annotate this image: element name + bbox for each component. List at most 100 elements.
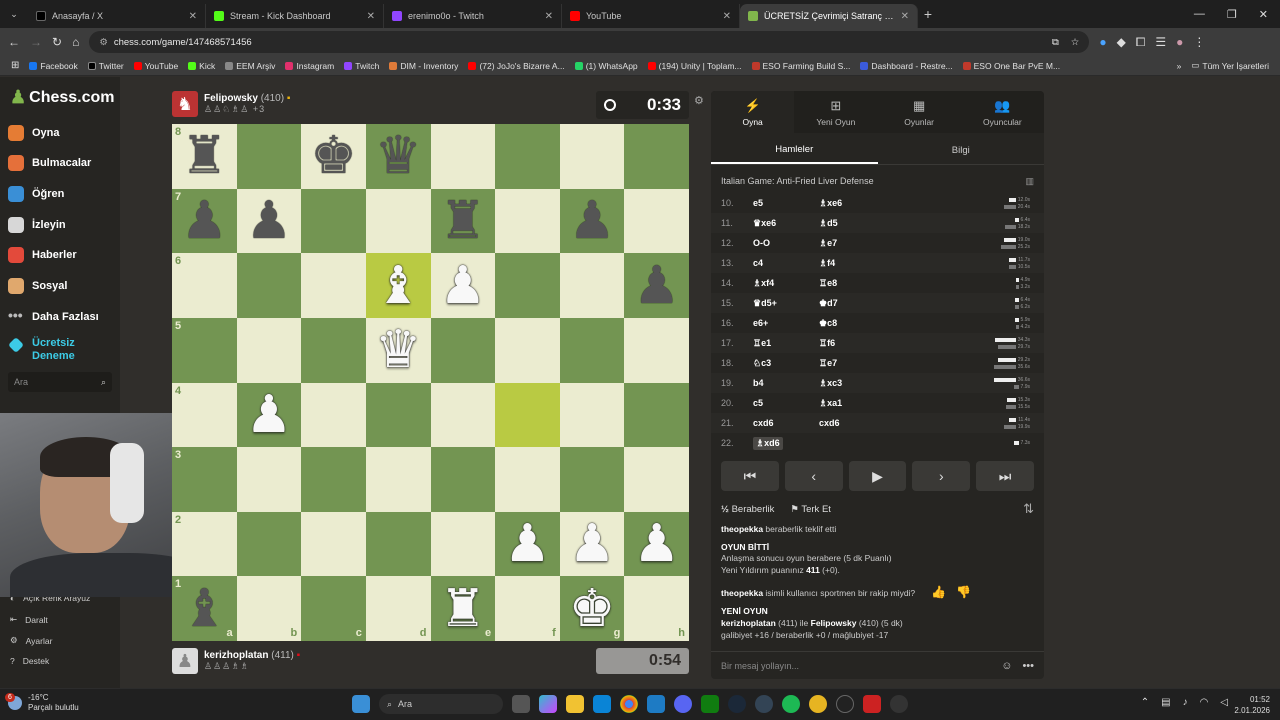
bookmark-item[interactable]: EEM Arşiv — [220, 61, 280, 71]
white-move[interactable]: cxd6 — [753, 418, 819, 428]
square-a8[interactable]: 8 ♜ — [172, 124, 237, 189]
browser-tab-3[interactable]: YouTube ✕ — [562, 4, 740, 28]
square-a3[interactable]: 3 — [172, 447, 237, 512]
black-pawn-piece[interactable]: ♟ — [633, 260, 680, 312]
app-icon[interactable] — [809, 695, 827, 713]
black-pawn-piece[interactable]: ♟ — [181, 195, 228, 247]
last-move-button[interactable]: ⏭ — [976, 461, 1034, 491]
emoji-icon[interactable]: ☺ — [1001, 660, 1012, 672]
first-move-button[interactable]: ⏮ — [721, 461, 779, 491]
app-icon[interactable] — [863, 695, 881, 713]
browser-tab-0[interactable]: Anasayfa / X ✕ — [28, 4, 206, 28]
taskbar-clock[interactable]: 01:52 2.01.2026 — [1234, 694, 1270, 716]
sidebar-bottom-support[interactable]: ? Destek — [10, 656, 49, 666]
black-move[interactable]: ♗xc3 — [819, 378, 979, 389]
square-g2[interactable]: ♟ — [559, 511, 625, 577]
square-e2[interactable] — [430, 511, 496, 577]
square-d4[interactable] — [365, 382, 431, 448]
bookmark-item[interactable]: (72) JoJo's Bizarre A... — [463, 61, 569, 71]
thumbs-down-icon[interactable]: 👎 — [956, 584, 971, 601]
play-moves-button[interactable]: ▶ — [848, 461, 907, 491]
close-icon[interactable]: ✕ — [901, 11, 909, 22]
square-e6[interactable]: ♟ — [430, 253, 496, 318]
forward-icon[interactable]: → — [30, 35, 42, 49]
square-d2[interactable] — [365, 511, 431, 577]
sidebar-search-input[interactable]: Ara ⌕ — [8, 372, 112, 392]
square-a7[interactable]: 7 ♟ — [172, 188, 237, 254]
url-field[interactable]: ⚙ chess.com/game/147468571456 ⧉ ☆ — [89, 31, 1090, 53]
sidebar-item-social[interactable]: Sosyal — [8, 278, 67, 294]
white-pawn-piece[interactable]: ♟ — [569, 518, 616, 570]
square-g4[interactable] — [559, 382, 625, 448]
square-a5[interactable]: 5 — [172, 317, 237, 383]
tab-play[interactable]: ⚡ Oyna — [711, 91, 795, 133]
back-icon[interactable]: ← — [8, 35, 20, 49]
tab-new-game[interactable]: ⊞ Yeni Oyun — [794, 91, 877, 133]
square-b1[interactable]: b — [236, 576, 302, 641]
black-move[interactable]: ♗xa1 — [819, 398, 979, 409]
square-d1[interactable]: d — [365, 576, 431, 641]
file-explorer-icon[interactable] — [566, 695, 584, 713]
square-b2[interactable] — [236, 511, 302, 577]
next-move-button[interactable]: › — [912, 461, 971, 491]
bookmark-item[interactable]: ESO One Bar PvE M... — [958, 61, 1065, 71]
spotify-icon[interactable] — [782, 695, 800, 713]
square-e7[interactable]: ♜ — [430, 188, 496, 254]
black-move[interactable]: ♚c8 — [819, 318, 979, 329]
white-bishop-piece[interactable]: ♝ — [375, 260, 422, 312]
square-a2[interactable]: 2 — [172, 511, 237, 577]
minimize-icon[interactable]: — — [1194, 8, 1205, 21]
square-e1[interactable]: e ♜ — [430, 576, 496, 641]
black-move[interactable]: ♚d7 — [819, 298, 979, 309]
white-move[interactable]: ♛xe6 — [753, 218, 819, 229]
tab-menu-icon[interactable]: ⌄ — [0, 9, 28, 20]
square-h4[interactable] — [624, 382, 689, 448]
task-view-icon[interactable] — [512, 695, 530, 713]
chess-board[interactable]: 8 ♜ ♚ ♛ 7 ♟ ♟ ♜ ♟ 6 ♝ ♟ ♟ 5 ♛ 4 ♟ 3 2 ♟ ♟ ♟ 1 a ♝ b c d e ♜ f g ♚ h — [172, 124, 689, 641]
close-icon[interactable]: ✕ — [723, 11, 731, 22]
maximize-icon[interactable]: ❐ — [1227, 8, 1237, 21]
square-f2[interactable]: ♟ — [495, 511, 560, 577]
site-info-icon[interactable]: ⚙ — [99, 37, 108, 48]
black-rook-piece[interactable]: ♜ — [440, 195, 487, 247]
square-h5[interactable] — [624, 317, 689, 383]
black-move[interactable]: ♗e7 — [819, 238, 979, 249]
black-move[interactable]: ♗f4 — [819, 258, 979, 269]
white-move[interactable]: c4 — [753, 258, 819, 268]
bookmark-item[interactable]: Twitter — [83, 61, 129, 71]
chat-username[interactable]: Felipowsky — [811, 618, 857, 628]
white-move[interactable]: ♛d5+ — [753, 298, 819, 309]
black-pawn-piece[interactable]: ♟ — [569, 195, 616, 247]
square-c7[interactable] — [301, 188, 366, 254]
bookmark-star-icon[interactable]: ☆ — [1071, 37, 1080, 48]
volume-icon[interactable]: ◁ — [1220, 697, 1228, 708]
discord-icon[interactable] — [674, 695, 692, 713]
square-g7[interactable]: ♟ — [559, 188, 625, 254]
black-move[interactable]: ♖e8 — [819, 278, 979, 289]
square-b5[interactable] — [236, 317, 302, 383]
black-king-piece[interactable]: ♚ — [310, 130, 357, 182]
white-rook-piece[interactable]: ♜ — [440, 583, 487, 635]
new-tab-button[interactable]: + — [918, 6, 938, 22]
obs-icon[interactable] — [836, 695, 854, 713]
tab-games[interactable]: ▦ Oyunlar — [878, 91, 961, 133]
extension-icon[interactable]: ● — [1099, 35, 1106, 49]
white-pawn-piece[interactable]: ♟ — [633, 518, 680, 570]
square-f8[interactable] — [495, 124, 560, 189]
white-move[interactable]: b4 — [753, 378, 819, 388]
square-c5[interactable] — [301, 317, 366, 383]
sidebar-item-news[interactable]: Haberler — [8, 247, 77, 263]
microphone-icon[interactable]: ♪ — [1183, 697, 1188, 708]
square-c8[interactable]: ♚ — [301, 124, 366, 189]
bookmark-item[interactable]: YouTube — [129, 61, 183, 71]
sidebar-item-puzzles[interactable]: Bulmacalar — [8, 155, 91, 171]
square-f4[interactable] — [495, 382, 560, 448]
apps-grid-icon[interactable]: ⊞ — [6, 60, 24, 71]
black-move[interactable]: ♖f6 — [819, 338, 979, 349]
close-window-icon[interactable]: ✕ — [1259, 8, 1268, 21]
black-move[interactable]: ♗xe6 — [819, 198, 979, 209]
square-g1[interactable]: g ♚ — [559, 576, 625, 641]
puzzle-icon[interactable]: ⧠ — [1136, 35, 1146, 50]
square-g5[interactable] — [559, 317, 625, 383]
close-icon[interactable]: ✕ — [367, 11, 375, 22]
